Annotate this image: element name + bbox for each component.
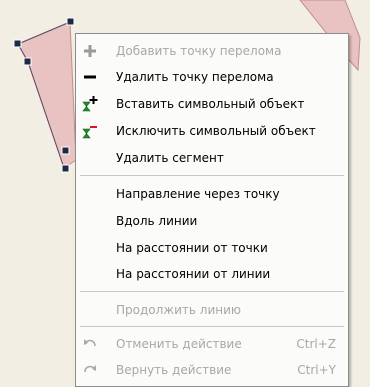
- menu-item-shortcut: Ctrl+Z: [296, 337, 336, 351]
- menu-item-label: Удалить точку перелома: [116, 70, 274, 84]
- vertex-handle[interactable]: [66, 17, 75, 26]
- vertex-handle[interactable]: [61, 146, 70, 155]
- menu-item-insert-symbol-object[interactable]: Вставить символьный объект: [76, 91, 348, 117]
- context-menu: Добавить точку перелома Удалить точку пе…: [75, 33, 349, 387]
- menu-item-label: На расстоянии от линии: [116, 267, 271, 281]
- menu-item-label: Исключить символьный объект: [116, 124, 316, 138]
- menu-item-direction-through-point[interactable]: Направление через точку: [76, 181, 348, 207]
- menu-item-label: Вдоль линии: [116, 214, 198, 228]
- menu-item-delete-break-point[interactable]: Удалить точку перелома: [76, 64, 348, 90]
- menu-separator: [80, 326, 344, 327]
- menu-item-label: Продолжить линию: [116, 303, 241, 317]
- menu-item-shortcut: Ctrl+Y: [297, 363, 336, 377]
- menu-item-continue-line[interactable]: Продолжить линию: [76, 297, 348, 323]
- menu-item-label: Отменить действие: [116, 337, 242, 351]
- minus-icon: [84, 75, 96, 79]
- insert-symbol-icon: [82, 96, 98, 112]
- vertex-handle[interactable]: [23, 57, 32, 66]
- vertex-handle[interactable]: [61, 164, 70, 173]
- menu-item-label: На расстоянии от точки: [116, 241, 268, 255]
- undo-icon: [84, 339, 96, 347]
- exclude-symbol-icon: [82, 126, 97, 139]
- vertex-handle[interactable]: [13, 39, 22, 48]
- plus-icon: [84, 45, 96, 57]
- menu-item-exclude-symbol-object[interactable]: Исключить символьный объект: [76, 118, 348, 144]
- menu-separator: [80, 291, 344, 292]
- menu-item-undo[interactable]: Отменить действие Ctrl+Z: [76, 331, 348, 357]
- redo-icon: [84, 365, 96, 373]
- menu-item-add-break-point[interactable]: Добавить точку перелома: [76, 38, 348, 64]
- menu-item-distance-from-point[interactable]: На расстоянии от точки: [76, 235, 348, 261]
- menu-item-distance-from-line[interactable]: На расстоянии от линии: [76, 261, 348, 287]
- menu-item-label: Вставить символьный объект: [116, 97, 305, 111]
- menu-item-redo[interactable]: Вернуть действие Ctrl+Y: [76, 357, 348, 383]
- menu-separator: [80, 175, 344, 176]
- menu-item-delete-segment[interactable]: Удалить сегмент: [76, 145, 348, 171]
- menu-item-along-line[interactable]: Вдоль линии: [76, 208, 348, 234]
- menu-item-label: Удалить сегмент: [116, 151, 224, 165]
- menu-item-label: Направление через точку: [116, 187, 280, 201]
- menu-item-label: Вернуть действие: [116, 363, 232, 377]
- menu-item-label: Добавить точку перелома: [116, 44, 282, 58]
